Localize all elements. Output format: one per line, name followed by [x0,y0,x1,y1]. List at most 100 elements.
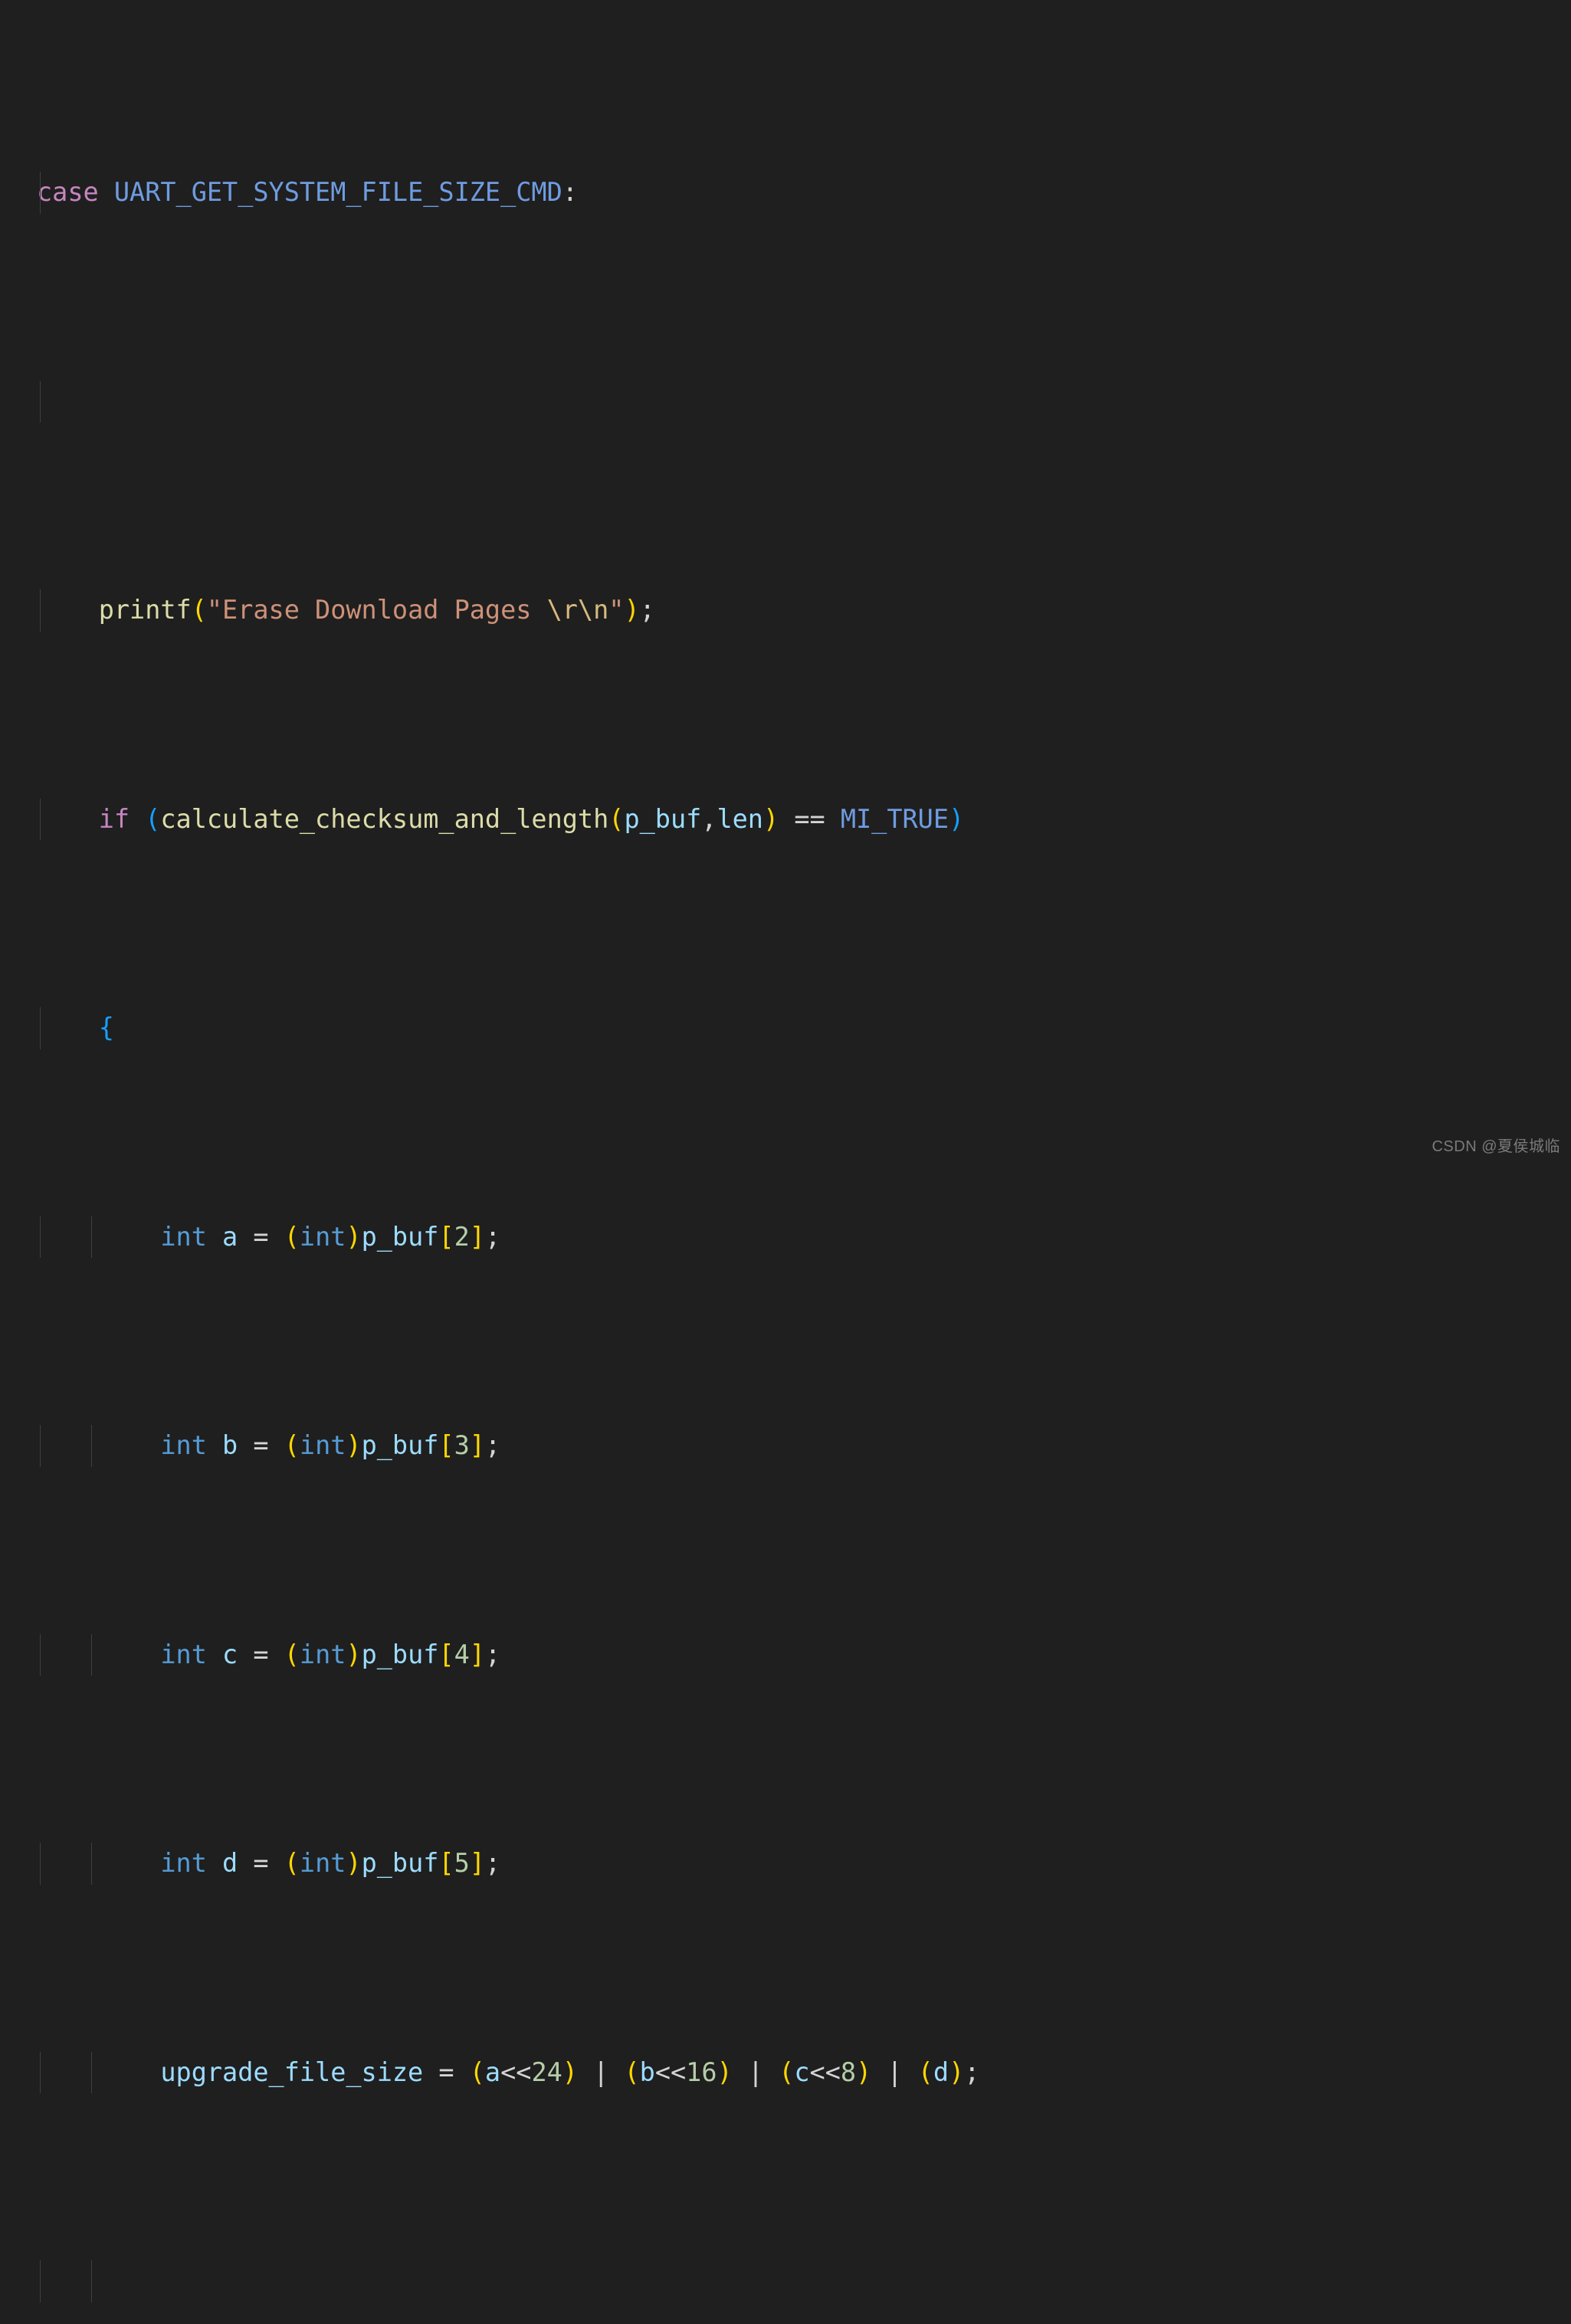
token-operator: << [500,2056,532,2087]
indent-guide [40,1843,41,1885]
indent-guide [40,2051,41,2093]
csdn-watermark: CSDN @夏侯城临 [1432,1138,1560,1155]
code-line[interactable] [0,2260,1571,2303]
code-editor-surface: case UART_GET_SYSTEM_FILE_SIZE_CMD: prin… [0,0,1571,2303]
indent-guide [40,1425,41,1467]
token-brace-open: { [98,1013,114,1042]
token-keyword: case [37,177,99,207]
indent-guide [40,380,41,422]
token-paren-close: ) [346,1639,362,1669]
token-identifier[interactable]: d [222,1848,238,1878]
token-identifier[interactable]: p_buf [362,1640,439,1669]
token-type: int [299,1848,346,1878]
indent-guide [91,2051,92,2093]
token-bracket-open: [ [438,1221,454,1252]
token-type: int [299,1430,346,1460]
token-function[interactable]: printf [99,595,192,625]
token-semicolon: ; [964,2056,980,2087]
token-paren-open: ( [284,1639,300,1669]
token-semicolon: ; [484,1430,501,1460]
code-line[interactable]: int a = (int)p_buf[2]; [0,1216,1571,1258]
token-identifier[interactable]: c [222,1640,238,1669]
token-operator: == [779,803,841,834]
code-line[interactable]: printf("Erase Download Pages \r\n"); [0,589,1571,632]
token-number: 2 [454,1221,470,1252]
token-paren-close: ) [562,2056,578,2087]
code-line[interactable]: upgrade_file_size = (a<<24) | (b<<16) | … [0,2051,1571,2093]
token-operator: | [577,2056,625,2087]
token-bracket-open: [ [438,1639,454,1669]
token-identifier[interactable]: p_buf [362,1848,439,1878]
code-line[interactable] [0,380,1571,422]
token-paren-open: ( [608,803,625,834]
token-identifier[interactable]: b [222,1430,238,1460]
token-operator: << [809,2056,841,2087]
code-line[interactable]: if (calculate_checksum_and_length(p_buf,… [0,798,1571,840]
token-paren-open: ( [284,1221,300,1252]
token-number: 4 [454,1639,470,1669]
token-identifier[interactable]: a [485,2057,500,2087]
token-paren-close: ) [346,1848,362,1878]
token-operator: = [423,2056,470,2087]
token-punct: : [562,177,578,207]
token-paren-close: ) [346,1221,362,1252]
code-line[interactable]: int d = (int)p_buf[5]; [0,1843,1571,1885]
token-identifier[interactable]: upgrade_file_size [160,2057,423,2087]
token-keyword: if [98,803,130,834]
code-line[interactable]: int b = (int)p_buf[3]; [0,1425,1571,1467]
token-string: " [608,595,625,625]
token-paren-open: ( [284,1430,300,1460]
token-operator: | [871,2056,918,2087]
token-semicolon: ; [639,595,655,625]
token-identifier[interactable]: d [933,2057,949,2087]
token-bracket-open: [ [438,1430,454,1460]
indent-guide [91,1843,92,1885]
token-paren-close: ) [346,1430,362,1460]
token-identifier[interactable]: c [794,2057,809,2087]
token-paren-open: ( [191,595,207,625]
token-type: int [160,1639,207,1669]
token-paren-close: ) [949,2056,965,2087]
code-line[interactable]: int c = (int)p_buf[4]; [0,1633,1571,1676]
token-semicolon: ; [484,1221,501,1252]
token-macro[interactable]: MI_TRUE [841,804,949,834]
token-identifier[interactable]: p_buf [624,804,701,834]
token-bracket-close: ] [469,1639,485,1669]
token-operator: << [654,2056,687,2087]
token-identifier[interactable]: b [640,2057,655,2087]
token-paren-open: ( [145,803,161,834]
token-identifier[interactable]: len [717,804,763,834]
token-bracket-close: ] [469,1221,485,1252]
token-paren-open: ( [469,2056,485,2087]
token-function[interactable]: calculate_checksum_and_length [160,804,608,834]
token-paren-open: ( [779,2056,795,2087]
indent-guide [91,1633,92,1676]
token-string: "Erase Download Pages [206,595,547,625]
indent-guide [91,1216,92,1258]
token-identifier[interactable]: p_buf [362,1222,439,1252]
token-operator: = [238,1221,284,1252]
indent-guide [40,1216,41,1258]
token-paren-close: ) [949,803,965,834]
token-number: 3 [454,1430,470,1460]
indent-guide [40,1007,41,1049]
code-line[interactable]: case UART_GET_SYSTEM_FILE_SIZE_CMD: [0,172,1571,214]
token-type: int [160,1848,207,1878]
token-identifier[interactable]: p_buf [362,1430,439,1460]
token-macro[interactable]: UART_GET_SYSTEM_FILE_SIZE_CMD [114,177,562,207]
code-line[interactable]: { [0,1007,1571,1049]
token-identifier[interactable]: a [222,1222,238,1252]
code-content[interactable]: case UART_GET_SYSTEM_FILE_SIZE_CMD: prin… [0,0,1571,2324]
token-bracket-close: ] [469,1848,485,1878]
